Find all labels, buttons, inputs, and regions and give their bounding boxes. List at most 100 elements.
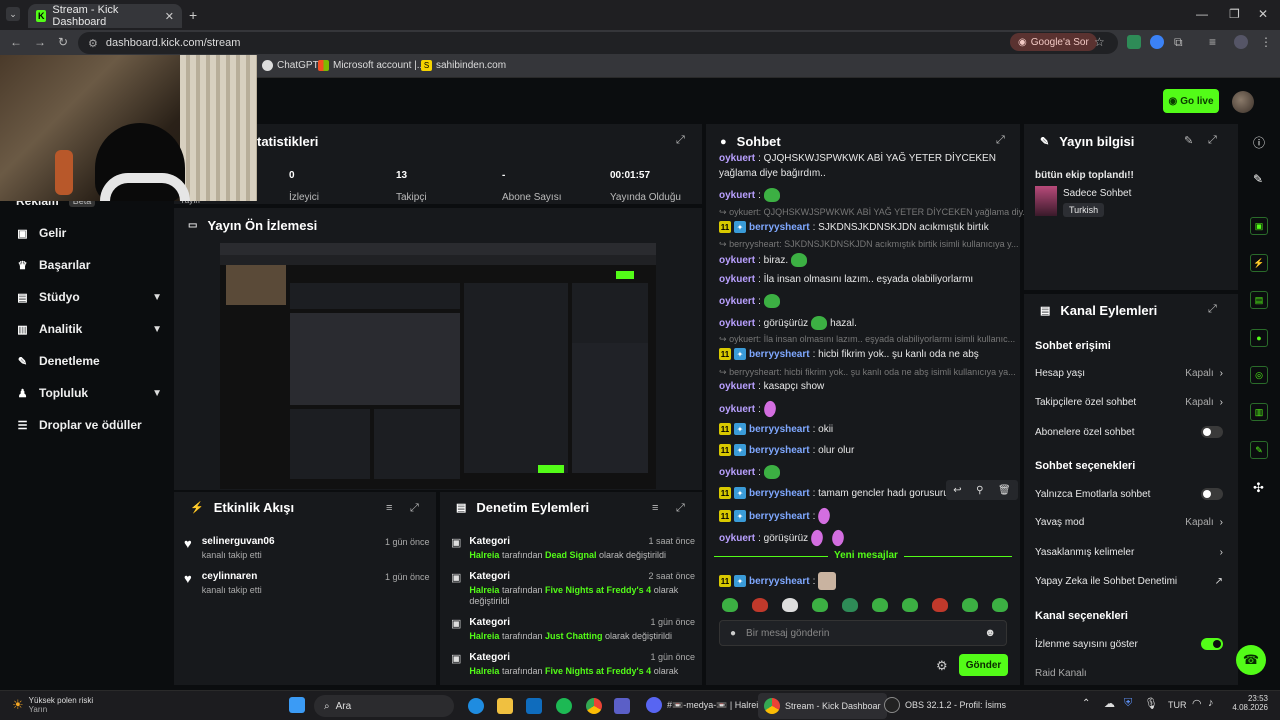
- row-yasakli-kelimeler[interactable]: Yasaklanmış kelimeler ›: [1035, 547, 1223, 558]
- edit-icon[interactable]: ✎: [1253, 172, 1263, 186]
- support-headset-icon[interactable]: ☎: [1236, 645, 1266, 675]
- row-ai-denetim[interactable]: Yapay Zeka ile Sohbet Denetimi ↗: [1035, 576, 1223, 587]
- bookmark-microsoft[interactable]: Microsoft account |...: [318, 60, 425, 71]
- chat-settings-gear-icon[interactable]: ⚙: [936, 658, 948, 674]
- expand-icon[interactable]: ⤢: [676, 502, 685, 515]
- emote-icon[interactable]: [992, 598, 1008, 612]
- delete-icon[interactable]: 🗑: [998, 485, 1011, 496]
- sidebar-item-topluluk[interactable]: ♟ Topluluk ▼: [16, 386, 162, 400]
- feed-name[interactable]: ceylinnaren: [202, 571, 262, 582]
- defender-icon[interactable]: ⛨: [1124, 697, 1132, 710]
- filter-icon[interactable]: ≡: [386, 502, 392, 514]
- emote-icon[interactable]: [872, 598, 888, 612]
- row-takipci-sohbet[interactable]: Takipçilere özel sohbet Kapalı ›: [1035, 397, 1223, 408]
- back-icon[interactable]: ←: [10, 35, 22, 49]
- chat-username[interactable]: berryysheart: [749, 576, 810, 587]
- sidebar-item-studyo[interactable]: ▤ Stüdyo ▼: [16, 290, 162, 304]
- toggle-izlenme[interactable]: [1201, 638, 1223, 650]
- emote-icon[interactable]: [782, 598, 798, 612]
- address-bar[interactable]: ⚙ dashboard.kick.com/stream: [78, 32, 1118, 54]
- windows-start-icon[interactable]: [289, 697, 305, 713]
- sidebar-item-denetleme[interactable]: ✎ Denetleme: [16, 354, 162, 368]
- cloud-icon[interactable]: ☁: [1104, 697, 1115, 710]
- emote-icon[interactable]: [842, 598, 858, 612]
- extension-icon[interactable]: [1127, 35, 1141, 49]
- weather-widget[interactable]: ☀ Yüksek polen riski Yarın: [12, 696, 93, 714]
- chat-username[interactable]: oykuert: [719, 274, 755, 285]
- rail-chat-icon[interactable]: ●: [1250, 329, 1268, 347]
- teams-icon[interactable]: [614, 698, 630, 714]
- edge-icon[interactable]: [468, 698, 484, 714]
- chat-username[interactable]: oykuert: [719, 533, 755, 544]
- close-window-icon[interactable]: ✕: [1258, 7, 1268, 21]
- new-tab-icon[interactable]: +: [189, 7, 197, 23]
- rail-screen-icon[interactable]: ▣: [1250, 217, 1268, 235]
- rail-apps-icon[interactable]: ✣: [1253, 480, 1264, 496]
- chat-username[interactable]: oykuert: [719, 153, 755, 164]
- expand-icon[interactable]: ⤢: [1208, 303, 1217, 316]
- bookmark-star-icon[interactable]: ☆: [1094, 35, 1105, 49]
- info-icon[interactable]: ⓘ: [1253, 134, 1265, 151]
- expand-icon[interactable]: ⤢: [676, 134, 685, 147]
- category-name[interactable]: Sadece Sohbet: [1063, 188, 1131, 199]
- rail-bolt-icon[interactable]: ⚡: [1250, 254, 1268, 272]
- chat-username[interactable]: berryysheart: [749, 424, 810, 435]
- row-yavas-mod[interactable]: Yavaş mod Kapalı ›: [1035, 517, 1223, 528]
- tab-list-button[interactable]: ⌄: [6, 7, 20, 21]
- emoji-icon[interactable]: ☻: [984, 627, 996, 639]
- emote-icon[interactable]: [752, 598, 768, 612]
- chat-username[interactable]: oykuert: [719, 190, 755, 201]
- chat-input[interactable]: ● Bir mesaj gönderin ☻: [719, 620, 1007, 646]
- expand-icon[interactable]: ⤢: [410, 502, 419, 515]
- chat-username[interactable]: berryysheart: [749, 349, 810, 360]
- send-button[interactable]: Gönder: [959, 654, 1008, 676]
- reload-icon[interactable]: ↻: [58, 35, 68, 49]
- minimize-icon[interactable]: —: [1196, 7, 1208, 21]
- extensions-puzzle-icon[interactable]: ⧉: [1174, 35, 1183, 50]
- chat-username[interactable]: oykuert: [719, 467, 755, 478]
- go-live-button[interactable]: ◉ Go live: [1163, 89, 1219, 113]
- sidebar-item-basarilar[interactable]: ♛ Başarılar: [16, 258, 162, 272]
- sidebar-item-droplar[interactable]: ☰ Droplar ve ödüller: [16, 418, 162, 432]
- bookmark-sahibinden[interactable]: S sahibinden.com: [421, 60, 506, 71]
- spotify-icon[interactable]: [556, 698, 572, 714]
- edit-pencil-icon[interactable]: ✎: [1184, 134, 1193, 147]
- taskbar-app-chrome[interactable]: Stream - Kick Dashboar: [758, 693, 887, 719]
- maximize-icon[interactable]: ❐: [1229, 7, 1240, 21]
- extension-icon[interactable]: [1150, 35, 1164, 49]
- forward-icon[interactable]: →: [34, 35, 46, 49]
- browser-tab[interactable]: K Stream - Kick Dashboard ✕: [28, 4, 182, 28]
- chat-username[interactable]: berryysheart: [749, 511, 810, 522]
- reading-list-icon[interactable]: ≡: [1209, 35, 1216, 49]
- emote-icon[interactable]: [722, 598, 738, 612]
- browser-menu-icon[interactable]: ⋮: [1260, 35, 1272, 49]
- chat-username[interactable]: oykuert: [719, 255, 755, 266]
- google-sor-button[interactable]: ◉ Google'a Sor: [1010, 33, 1097, 51]
- reply-icon[interactable]: ↩: [953, 485, 961, 496]
- emote-icon[interactable]: [932, 598, 948, 612]
- language-indicator[interactable]: TUR: [1168, 700, 1187, 710]
- row-raid[interactable]: Raid Kanalı: [1035, 668, 1223, 679]
- rail-wrench-icon[interactable]: ✎: [1250, 441, 1268, 459]
- rail-stack-icon[interactable]: ▥: [1250, 403, 1268, 421]
- wifi-icon[interactable]: ◠: [1192, 697, 1202, 710]
- chrome-icon[interactable]: [586, 698, 602, 714]
- chat-username[interactable]: oykuert: [719, 318, 755, 329]
- pin-icon[interactable]: ⚲: [976, 485, 983, 496]
- emote-icon[interactable]: [812, 598, 828, 612]
- toggle-abone[interactable]: [1201, 426, 1223, 438]
- sidebar-item-gelir[interactable]: ▣ Gelir: [16, 226, 162, 240]
- microphone-icon[interactable]: 🎙: [1144, 697, 1158, 710]
- chat-username[interactable]: oykuert: [719, 404, 755, 415]
- mod-actor[interactable]: Halreia: [469, 666, 499, 676]
- chat-username[interactable]: berryysheart: [749, 222, 810, 233]
- taskbar-app-discord[interactable]: #📼-medya-📼 | Halrei: [646, 697, 758, 713]
- chat-username[interactable]: oykuert: [719, 296, 755, 307]
- outlook-icon[interactable]: [526, 698, 542, 714]
- mod-actor[interactable]: Halreia: [469, 631, 499, 641]
- expand-icon[interactable]: ⤢: [1208, 134, 1217, 147]
- profile-icon[interactable]: [1234, 35, 1248, 49]
- chat-username[interactable]: berryysheart: [749, 488, 810, 499]
- taskbar-app-obs[interactable]: OBS 32.1.2 - Profil: İsims: [884, 697, 1006, 713]
- rail-broadcast-icon[interactable]: ◎: [1250, 366, 1268, 384]
